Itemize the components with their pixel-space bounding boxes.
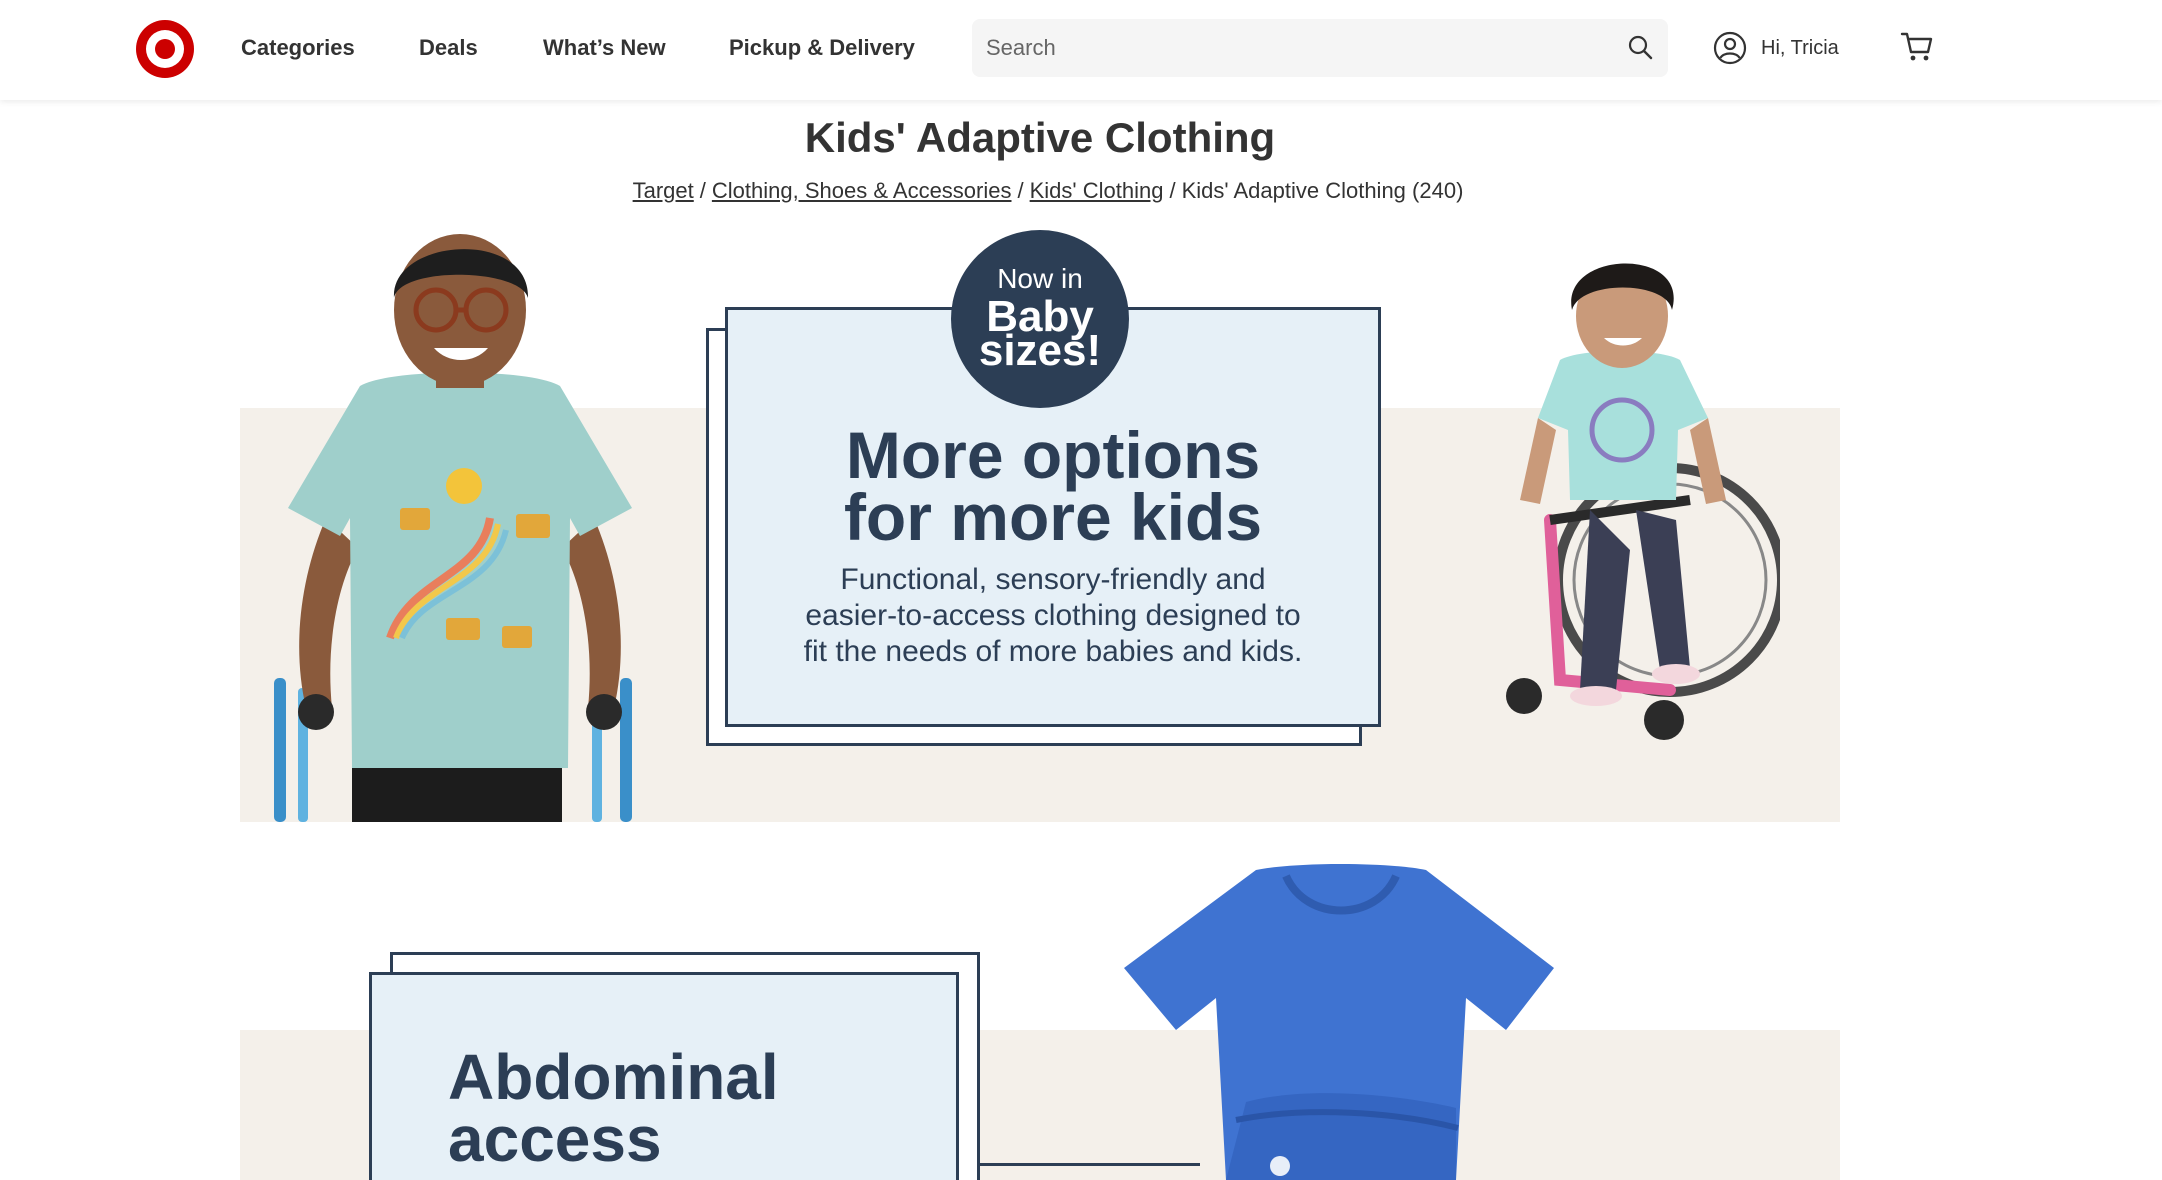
hero-description-line3: fit the needs of more babies and kids. bbox=[803, 635, 1303, 668]
breadcrumb-current: Kids' Adaptive Clothing (240) bbox=[1181, 178, 1464, 203]
badge-text-now-in: Now in bbox=[997, 263, 1083, 294]
baby-sizes-badge: Now in Baby sizes! bbox=[951, 230, 1129, 408]
breadcrumb-link-target[interactable]: Target bbox=[633, 178, 694, 203]
account-greeting: Hi, Tricia bbox=[1761, 36, 1839, 59]
hero-description: Functional, sensory-friendly and easier-… bbox=[790, 562, 1316, 670]
hero-description-line1: Functional, sensory-friendly and bbox=[840, 563, 1266, 596]
girl-in-wheelchair-image bbox=[1506, 263, 1780, 740]
breadcrumb-separator: / bbox=[699, 178, 706, 203]
cart-icon[interactable] bbox=[1900, 30, 1934, 64]
breadcrumb-link-kids-clothing[interactable]: Kids' Clothing bbox=[1030, 178, 1164, 203]
breadcrumb-separator: / bbox=[1017, 178, 1024, 203]
target-logo-icon[interactable] bbox=[134, 18, 196, 80]
nav-deals[interactable]: Deals bbox=[419, 34, 478, 62]
account-circle-icon bbox=[1713, 31, 1747, 65]
account-button[interactable]: Hi, Tricia bbox=[1713, 30, 1839, 66]
hero-headline-line1: More options bbox=[845, 418, 1261, 492]
abdominal-access-headline: Abdominal access bbox=[448, 1041, 948, 1175]
hero-headline: More options for more kids bbox=[725, 418, 1381, 554]
breadcrumb-separator: / bbox=[1169, 178, 1176, 203]
boy-with-walker-image bbox=[274, 234, 632, 822]
hero-headline-line2: for more kids bbox=[843, 480, 1263, 554]
breadcrumb-link-clothing[interactable]: Clothing, Shoes & Accessories bbox=[712, 178, 1012, 203]
abdominal-headline-line2: access bbox=[448, 1103, 662, 1175]
breadcrumb: Target / Clothing, Shoes & Accessories / Kid… bbox=[0, 178, 2096, 204]
abdominal-headline-line1: Abdominal bbox=[448, 1041, 779, 1113]
search-icon[interactable] bbox=[1626, 33, 1654, 61]
page-title: Kids' Adaptive Clothing bbox=[804, 114, 1276, 161]
badge-text-sizes: sizes! bbox=[978, 326, 1102, 375]
nav-whats-new[interactable]: What’s New bbox=[543, 34, 666, 62]
nav-pickup-delivery[interactable]: Pickup & Delivery bbox=[729, 34, 915, 62]
nav-categories[interactable]: Categories bbox=[241, 34, 355, 62]
blue-shirt-image bbox=[1124, 864, 1554, 1180]
search-input[interactable] bbox=[986, 29, 1586, 67]
site-header: Categories Deals What’s New Pickup & Del… bbox=[0, 0, 2162, 100]
search-bar bbox=[972, 19, 1668, 77]
hero-description-line2: easier-to-access clothing designed to bbox=[805, 599, 1301, 632]
